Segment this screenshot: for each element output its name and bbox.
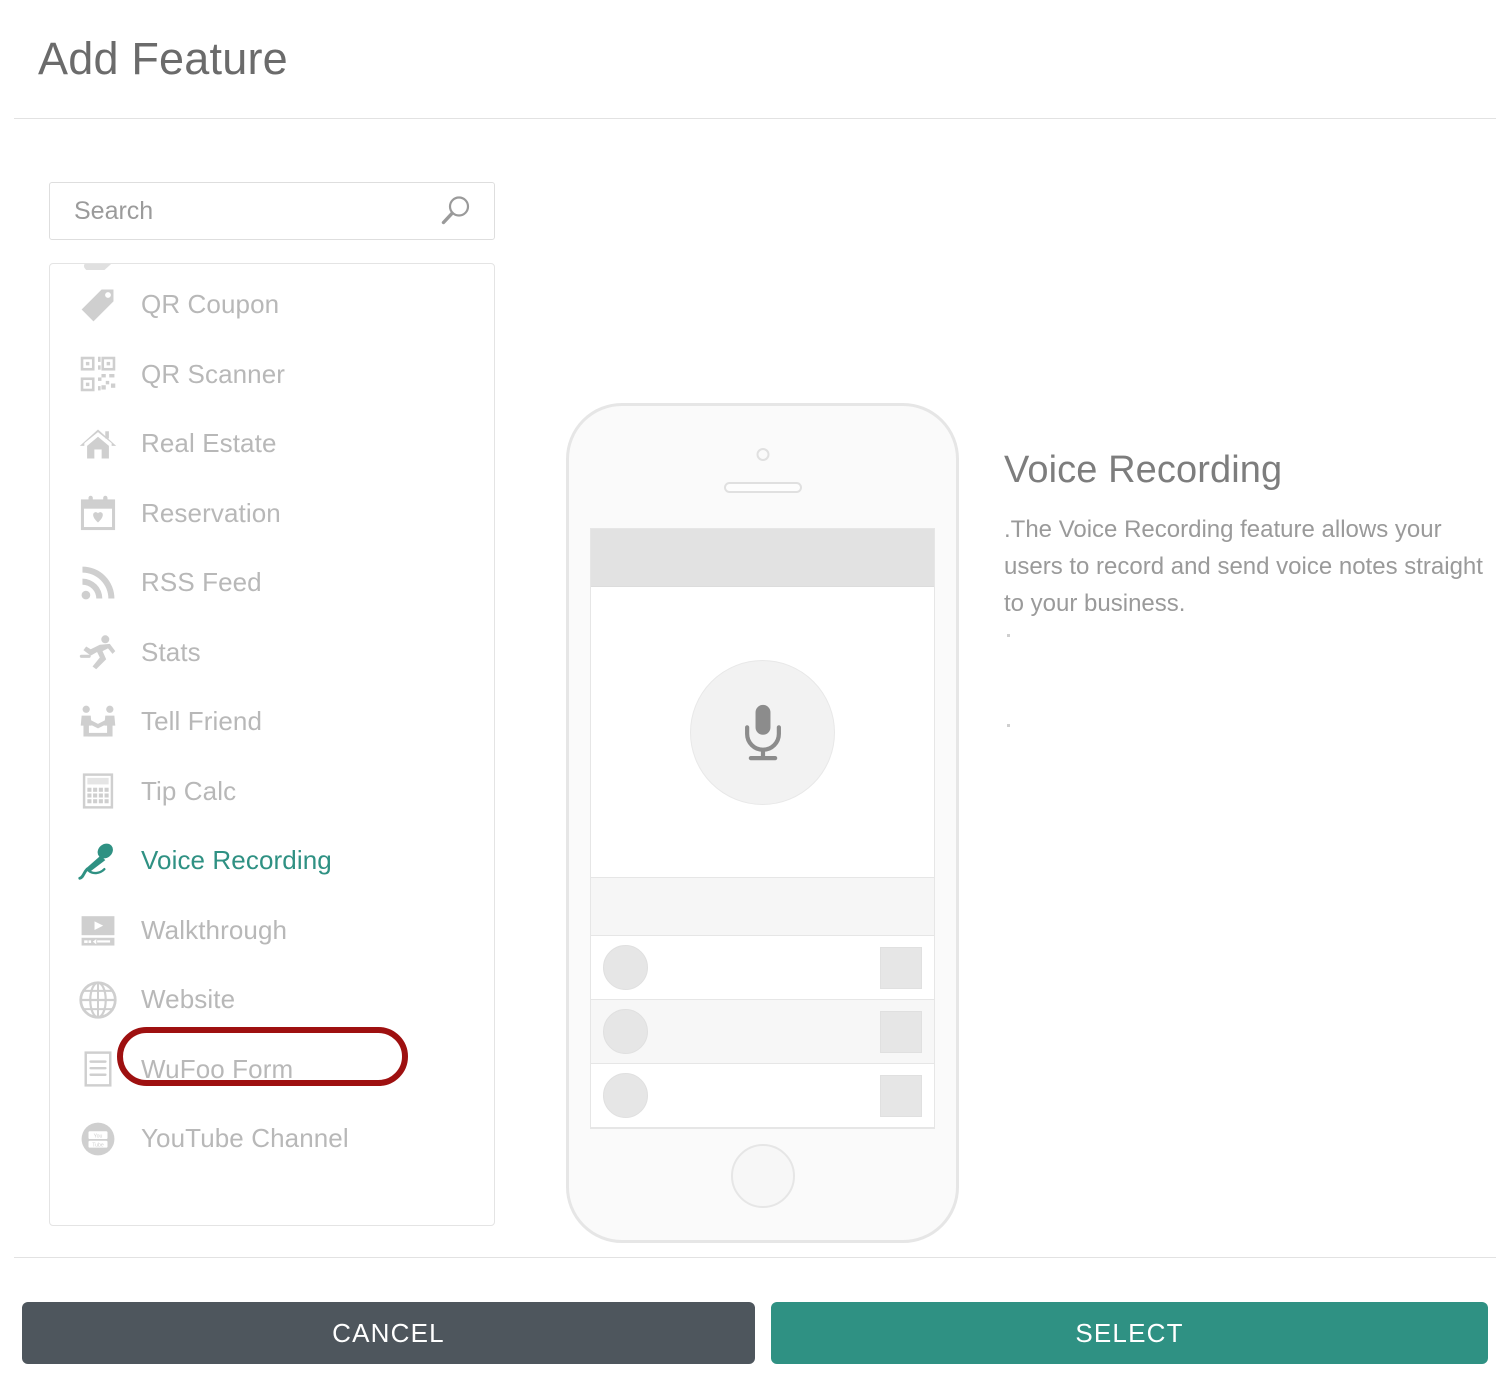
preview-list-row [591,1064,934,1128]
cancel-button[interactable]: CANCEL [22,1302,755,1364]
runner-icon [76,630,120,674]
feature-info-panel: Voice Recording .The Voice Recording fea… [1004,449,1484,727]
preview-row-thumb [880,946,922,989]
dialog-footer: CANCEL SELECT [0,1302,1510,1364]
feature-item-label: YouTube Channel [141,1123,349,1154]
two-people-icon [76,700,120,744]
preview-record-area [591,587,934,878]
preview-row-avatar [603,945,648,990]
calendar-heart-icon [76,491,120,535]
preview-section-gap [591,878,934,936]
phone-mockup-preview [566,403,959,1243]
house-icon [76,422,120,466]
feature-item-label: Tell Friend [141,706,263,737]
qr-code-icon [76,352,120,396]
dialog-header: Add Feature [0,0,1510,118]
preview-row-thumb [880,1074,922,1117]
globe-icon [76,978,120,1022]
preview-list-row [591,1000,934,1064]
feature-item-website[interactable]: Website [50,965,494,1035]
footer-divider [14,1257,1496,1258]
feature-item-label: QR Scanner [141,358,286,389]
feature-item-label: Tip Calc [141,775,237,806]
feature-description: .The Voice Recording feature allows your… [1004,516,1483,617]
feature-item-stats[interactable]: Stats [50,618,494,688]
phone-screen [590,528,935,1129]
microphone-icon [76,839,120,883]
feature-item-label: WuFoo Form [141,1053,294,1084]
feature-item-tell-friend[interactable]: Tell Friend [50,687,494,757]
dialog-body: QR Coupon [0,119,1510,1258]
preview-navbar [591,529,934,587]
svg-text:You: You [94,1133,103,1139]
feature-item-label: Real Estate [141,428,277,459]
phone-home-button-icon [730,1144,795,1208]
feature-title: Voice Recording [1004,449,1283,491]
search-box[interactable] [49,182,495,240]
svg-text:Tube: Tube [92,1142,104,1148]
feature-item-label: QR Coupon [141,289,280,320]
feature-item-label: Website [141,984,236,1015]
feature-item-real-estate[interactable]: Real Estate [50,409,494,479]
feature-item-label: Reservation [141,497,281,528]
preview-list-row [591,936,934,1000]
feature-picker-column: QR Coupon [49,182,495,1226]
feature-list[interactable]: QR Coupon QR Scanner Real Estate Reserva… [49,263,495,1226]
feature-item-voice-recording[interactable]: Voice Recording [50,826,494,896]
feature-item-label: RSS Feed [141,567,262,598]
feature-item-qr-scanner[interactable]: QR Scanner [50,340,494,410]
decorative-dot [1007,724,1010,727]
feature-item-qr-coupon[interactable]: QR Coupon [50,270,494,340]
feature-item-label: Stats [141,636,201,667]
feature-item-reservation[interactable]: Reservation [50,479,494,549]
youtube-icon: You Tube [76,1117,120,1161]
preview-record-button [690,659,835,805]
preview-row-avatar [603,1073,648,1118]
video-player-icon [76,908,120,952]
search-input[interactable] [50,183,494,239]
select-button[interactable]: SELECT [771,1302,1488,1364]
form-document-icon [76,1047,120,1091]
phone-camera-icon [756,448,769,461]
feature-item-label: Walkthrough [141,914,288,945]
tag-icon [76,283,120,327]
calculator-icon [76,769,120,813]
feature-item-youtube-channel[interactable]: You Tube YouTube Channel [50,1104,494,1174]
page-title: Add Feature [38,33,288,84]
preview-row-avatar [603,1009,648,1054]
feature-item-label: Voice Recording [141,845,332,876]
feature-item-walkthrough[interactable]: Walkthrough [50,896,494,966]
rss-icon [76,561,120,605]
feature-item-tip-calc[interactable]: Tip Calc [50,757,494,827]
feature-item-rss-feed[interactable]: RSS Feed [50,548,494,618]
decorative-dot [1007,634,1010,637]
microphone-icon [744,704,781,761]
feature-item-wufoo-form[interactable]: WuFoo Form [50,1035,494,1105]
preview-row-thumb [880,1010,922,1053]
phone-speaker-icon [723,482,802,493]
